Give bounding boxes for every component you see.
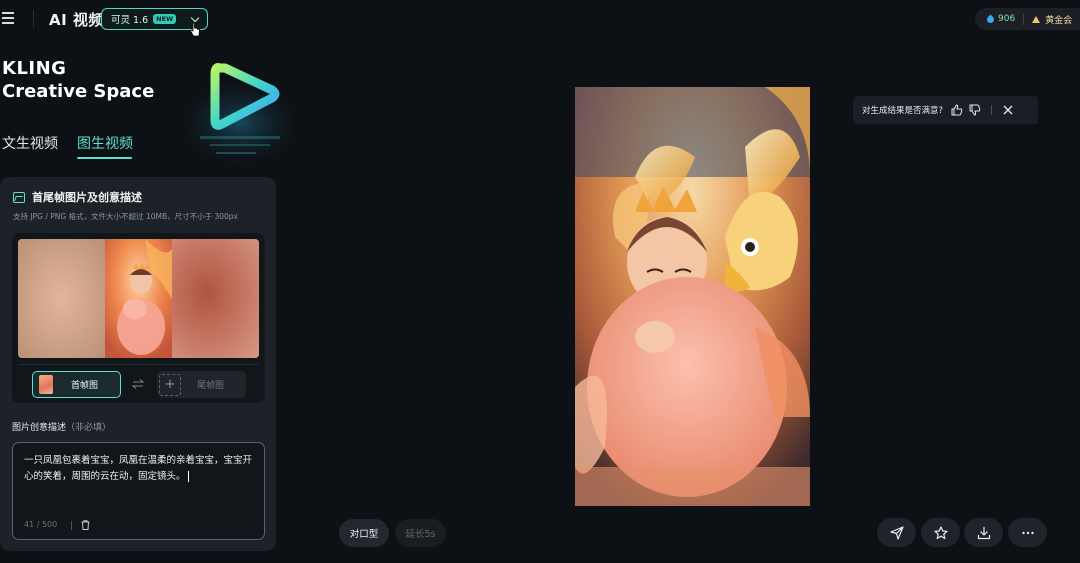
text-caret — [187, 470, 189, 482]
blur-right — [172, 239, 259, 358]
credits-count: 906 — [998, 14, 1016, 24]
divider — [71, 521, 72, 530]
star-icon — [933, 525, 948, 539]
app-title: AI 视频 — [49, 11, 104, 29]
cursor-icon — [189, 22, 200, 37]
first-frame-thumbnail — [39, 375, 53, 394]
active-tab-indicator — [77, 157, 132, 159]
extend-button[interactable]: 延长5s — [395, 519, 446, 547]
image-icon — [13, 191, 25, 203]
chevron-down-icon — [190, 13, 200, 23]
generated-video-preview[interactable] — [575, 87, 810, 506]
baby-phoenix-thumbnail — [105, 239, 172, 358]
membership-icon — [1032, 15, 1041, 23]
first-frame-button[interactable]: 首帧图 — [32, 371, 121, 398]
divider — [1023, 13, 1025, 25]
divider — [33, 10, 34, 28]
thumbs-up-icon[interactable] — [951, 104, 963, 116]
image-prompt-panel: 首尾帧图片及创意描述 支持 JPG / PNG 格式，文件大小不超过 10MB，… — [0, 177, 276, 551]
tab-image-to-video[interactable]: 图生视频 — [77, 133, 133, 153]
thumbs-down-icon[interactable] — [969, 104, 981, 116]
top-bar: AI 视频 可灵 1.6 NEW 906 黄金会 — [0, 0, 1080, 38]
panel-title-text: 首尾帧图片及创意描述 — [32, 191, 142, 204]
description-label-text: 图片创意描述 — [12, 423, 67, 433]
more-button[interactable] — [1008, 518, 1047, 547]
uploaded-image-preview[interactable] — [18, 239, 259, 358]
panel-title: 首尾帧图片及创意描述 — [13, 189, 142, 205]
feedback-question: 对生成结果是否满意? — [862, 106, 944, 116]
favorite-button[interactable] — [921, 518, 960, 547]
kling-logo — [170, 63, 310, 173]
blur-left — [18, 239, 105, 358]
description-label: 图片创意描述（非必填） — [12, 420, 111, 433]
description-textarea[interactable]: 一只凤凰包裹着宝宝，凤凰在温柔的亲着宝宝，宝宝开心的笑着，周围的云在动，固定镜头… — [12, 442, 265, 540]
upload-hint: 支持 JPG / PNG 格式，文件大小不超过 10MB，尺寸不小于 300px — [13, 212, 238, 221]
brand-subtitle: Creative Space — [2, 81, 155, 102]
credits-bar[interactable]: 906 黄金会 — [975, 8, 1080, 30]
membership-label: 黄金会 — [1045, 15, 1073, 26]
description-optional: （非必填） — [66, 423, 112, 433]
menu-icon[interactable] — [2, 12, 16, 24]
credits-drop-icon — [985, 14, 996, 24]
send-icon — [889, 525, 904, 540]
brand-title: KLING — [2, 58, 67, 79]
divider — [991, 105, 993, 115]
swap-icon[interactable] — [132, 379, 144, 389]
lip-sync-button[interactable]: 对口型 — [339, 519, 389, 547]
plus-icon: + — [159, 373, 181, 396]
description-text: 一只凤凰包裹着宝宝，凤凰在温柔的亲着宝宝，宝宝开心的笑着，周围的云在动，固定镜头… — [24, 453, 259, 484]
last-frame-button[interactable]: + 尾帧图 — [157, 371, 246, 398]
description-value: 一只凤凰包裹着宝宝，凤凰在温柔的亲着宝宝，宝宝开心的笑着，周围的云在动，固定镜头… — [24, 455, 253, 482]
share-button[interactable] — [877, 518, 916, 547]
frame-selector: 首帧图 + 尾帧图 — [18, 364, 259, 398]
download-icon — [977, 526, 990, 539]
tab-text-to-video[interactable]: 文生视频 — [2, 133, 58, 153]
close-icon[interactable] — [1002, 104, 1014, 116]
new-badge: NEW — [153, 14, 177, 24]
model-label: 可灵 1.6 — [111, 15, 149, 26]
char-counter: 41 / 500 — [24, 520, 58, 529]
last-frame-label: 尾帧图 — [197, 381, 225, 391]
feedback-popup: 对生成结果是否满意? — [853, 96, 1038, 124]
more-icon — [1021, 531, 1034, 534]
first-frame-label: 首帧图 — [71, 381, 99, 391]
download-button[interactable] — [964, 518, 1003, 547]
upload-area[interactable]: 首帧图 + 尾帧图 — [12, 233, 265, 403]
trash-icon[interactable] — [81, 520, 90, 530]
